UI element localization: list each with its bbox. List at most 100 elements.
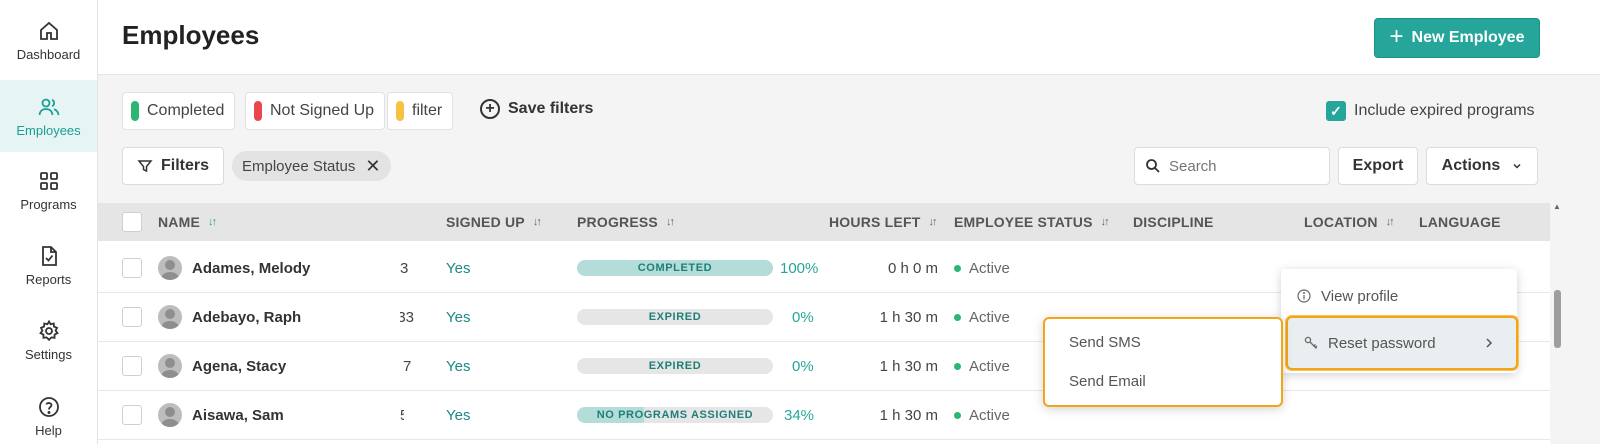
progress-bar: NO PROGRAMS ASSIGNED	[577, 407, 773, 423]
progress-label: NO PROGRAMS ASSIGNED	[596, 409, 754, 421]
users-icon	[38, 98, 59, 115]
sidebar-item-dashboard[interactable]: Dashboard	[0, 4, 97, 76]
employee-cell[interactable]: Adames, Melody	[158, 244, 310, 292]
row-checkbox[interactable]	[122, 258, 142, 278]
sidebar: Dashboard Employees Programs Reports Set…	[0, 0, 98, 444]
employee-name[interactable]: Adebayo, Raph	[192, 309, 301, 326]
sort-icon[interactable]: ↓↑	[533, 216, 542, 228]
id-fragment: 5	[400, 391, 404, 439]
export-button[interactable]: Export	[1338, 147, 1418, 185]
employee-cell[interactable]: Aisawa, Sam	[158, 391, 284, 439]
progress-percent: 34%	[784, 406, 815, 424]
close-icon[interactable]: ✕	[365, 157, 380, 175]
sort-icon[interactable]: ↓↑	[666, 216, 675, 228]
saved-filter-completed[interactable]: Completed	[122, 92, 236, 130]
sort-icon[interactable]: ↓↑	[1101, 216, 1110, 228]
progress-label: COMPLETED	[637, 262, 713, 274]
active-filter-label: Employee Status	[242, 157, 356, 175]
column-label: HOURS LEFT	[829, 214, 921, 230]
status-label: Active	[969, 308, 1010, 326]
include-expired-toggle[interactable]: ✓ Include expired programs	[1326, 101, 1535, 121]
checkbox-checked-icon[interactable]: ✓	[1326, 101, 1346, 121]
help-icon	[38, 396, 59, 417]
main-content: Completed Not Signed Up filter + Save fi…	[98, 75, 1600, 444]
saved-filter-filter[interactable]: filter	[387, 92, 454, 130]
row-checkbox[interactable]	[122, 405, 142, 425]
row-context-menu: View profile Reset password	[1281, 269, 1518, 373]
signed-up-value: Yes	[446, 357, 471, 375]
scroll-up-arrow-icon[interactable]: ▲	[1553, 202, 1561, 211]
chevron-down-icon	[1513, 163, 1521, 169]
column-label: SIGNED UP	[446, 214, 525, 230]
column-signed-up[interactable]: SIGNED UP ↓↑	[446, 214, 542, 230]
status-label: Active	[969, 406, 1010, 424]
signed-up-value: Yes	[446, 308, 471, 326]
search-box[interactable]	[1134, 147, 1330, 185]
hours-left-value: 1 h 30 m	[879, 357, 938, 375]
avatar	[158, 256, 182, 280]
new-employee-button[interactable]: + New Employee	[1374, 18, 1540, 58]
hours-left-value: 0 h 0 m	[887, 259, 938, 277]
sidebar-item-label: Reports	[25, 271, 72, 287]
include-expired-label: Include expired programs	[1354, 102, 1535, 119]
column-employee-status[interactable]: EMPLOYEE STATUS ↓↑	[954, 214, 1110, 230]
row-checkbox[interactable]	[122, 356, 142, 376]
sidebar-item-reports[interactable]: Reports	[0, 229, 97, 301]
sort-icon[interactable]: ↓↑	[208, 216, 217, 228]
column-discipline[interactable]: DISCIPLINE	[1133, 214, 1214, 230]
sort-icon[interactable]: ↓↑	[1386, 216, 1395, 228]
plus-circle-icon: +	[480, 99, 500, 119]
id-fragment: 33	[400, 308, 414, 326]
saved-filter-not-signed-up[interactable]: Not Signed Up	[245, 92, 386, 130]
table-header: NAME ↓↑ SIGNED UP ↓↑ PROGRESS ↓↑ HOURS L…	[98, 203, 1550, 241]
employee-cell[interactable]: Adebayo, Raph	[158, 293, 301, 341]
row-checkbox[interactable]	[122, 307, 142, 327]
menu-item-view-profile[interactable]: View profile	[1281, 274, 1517, 318]
reset-password-submenu: Send SMS Send Email	[1043, 317, 1283, 407]
sidebar-item-help[interactable]: Help	[0, 380, 97, 444]
employee-name[interactable]: Adames, Melody	[192, 260, 310, 277]
sidebar-item-label: Settings	[25, 346, 72, 362]
page-header: Employees + New Employee	[98, 0, 1600, 75]
sidebar-item-employees[interactable]: Employees	[0, 80, 97, 152]
progress-bar: EXPIRED	[577, 358, 773, 374]
key-icon	[1304, 336, 1318, 349]
select-all-checkbox[interactable]	[122, 212, 142, 232]
column-progress[interactable]: PROGRESS ↓↑	[577, 214, 675, 230]
menu-item-send-email[interactable]: Send Email	[1069, 373, 1146, 390]
menu-item-label: View profile	[1321, 287, 1399, 305]
column-location[interactable]: LOCATION ↓↑	[1304, 214, 1395, 230]
menu-item-send-sms[interactable]: Send SMS	[1069, 334, 1141, 351]
progress-cell: EXPIRED	[577, 342, 773, 390]
table-row[interactable]: Aisawa, Sam 5 Yes NO PROGRAMS ASSIGNED 3…	[98, 391, 1550, 440]
employee-status: Active	[954, 244, 1010, 292]
avatar	[158, 403, 182, 427]
column-hours-left[interactable]: HOURS LEFT ↓↑	[829, 214, 937, 230]
column-name[interactable]: NAME ↓↑	[158, 214, 217, 230]
vertical-scrollbar-thumb[interactable]	[1554, 290, 1561, 348]
sort-icon[interactable]: ↓↑	[928, 216, 937, 228]
filters-label: Filters	[160, 157, 209, 174]
sidebar-item-programs[interactable]: Programs	[0, 154, 97, 226]
employee-status: Active	[954, 391, 1010, 439]
menu-item-reset-password[interactable]: Reset password	[1286, 316, 1518, 370]
filters-button[interactable]: Filters	[122, 147, 224, 185]
chip-label: Completed	[147, 102, 225, 119]
chevron-right-icon	[1486, 338, 1493, 348]
employee-name[interactable]: Agena, Stacy	[192, 358, 286, 375]
status-color-dot	[396, 101, 404, 121]
save-filters-button[interactable]: + Save filters	[480, 99, 593, 119]
menu-item-label: Reset password	[1328, 334, 1436, 352]
progress-percent: 100%	[780, 259, 819, 277]
save-filters-label: Save filters	[508, 100, 594, 117]
avatar	[158, 305, 182, 329]
employee-cell[interactable]: Agena, Stacy	[158, 342, 286, 390]
sidebar-item-settings[interactable]: Settings	[0, 304, 97, 376]
sidebar-item-label: Help	[35, 422, 62, 438]
employee-name[interactable]: Aisawa, Sam	[192, 407, 284, 424]
actions-dropdown[interactable]: Actions	[1426, 147, 1538, 185]
status-dot	[954, 362, 961, 370]
column-language[interactable]: LANGUAGE	[1419, 214, 1501, 230]
search-input[interactable]	[1169, 157, 1309, 175]
report-icon	[41, 245, 57, 266]
